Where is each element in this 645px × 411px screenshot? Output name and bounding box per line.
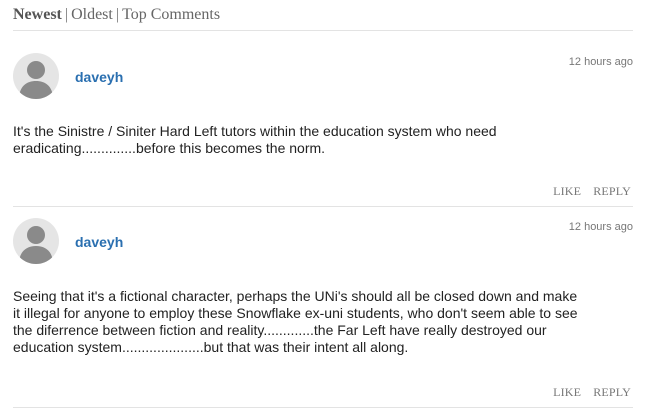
comment-actions: LIKE REPLY (553, 184, 631, 199)
sort-top-comments[interactable]: Top Comments (122, 6, 220, 23)
comment-author[interactable]: daveyh (75, 69, 123, 85)
avatar[interactable] (13, 218, 59, 264)
reply-button[interactable]: REPLY (593, 184, 631, 198)
comment-item: daveyh 12 hours ago It's the Sinistre / … (13, 53, 633, 203)
comment-item: daveyh 12 hours ago Seeing that it's a f… (13, 218, 633, 403)
sort-newest[interactable]: Newest (13, 6, 62, 23)
comment-line: the diferrence between fiction and reali… (13, 322, 547, 338)
sort-separator: | (64, 6, 69, 23)
comment-line: it illegal for anyone to employ these Sn… (13, 305, 578, 321)
divider (13, 30, 633, 31)
comment-line: education system.....................but… (13, 339, 409, 355)
comment-line: Seeing that it's a fictional character, … (13, 288, 578, 304)
comment-timestamp: 12 hours ago (568, 56, 633, 68)
comment-sort-bar: Newest | Oldest | Top Comments (13, 6, 220, 24)
sort-oldest[interactable]: Oldest (71, 6, 113, 23)
user-silhouette-icon (19, 61, 53, 99)
divider (13, 206, 633, 207)
comment-author[interactable]: daveyh (75, 234, 123, 250)
sort-separator: | (115, 6, 120, 23)
comment-actions: LIKE REPLY (553, 385, 631, 400)
reply-button[interactable]: REPLY (593, 385, 631, 399)
like-button[interactable]: LIKE (553, 184, 581, 198)
comment-line: It's the Sinistre / Siniter Hard Left tu… (13, 123, 497, 139)
comment-body: Seeing that it's a fictional character, … (13, 288, 633, 356)
comment-body: It's the Sinistre / Siniter Hard Left tu… (13, 123, 633, 157)
divider (13, 407, 633, 408)
avatar[interactable] (13, 53, 59, 99)
user-silhouette-icon (19, 226, 53, 264)
comment-line: eradicating..............before this bec… (13, 140, 326, 156)
comment-timestamp: 12 hours ago (568, 221, 633, 233)
like-button[interactable]: LIKE (553, 385, 581, 399)
